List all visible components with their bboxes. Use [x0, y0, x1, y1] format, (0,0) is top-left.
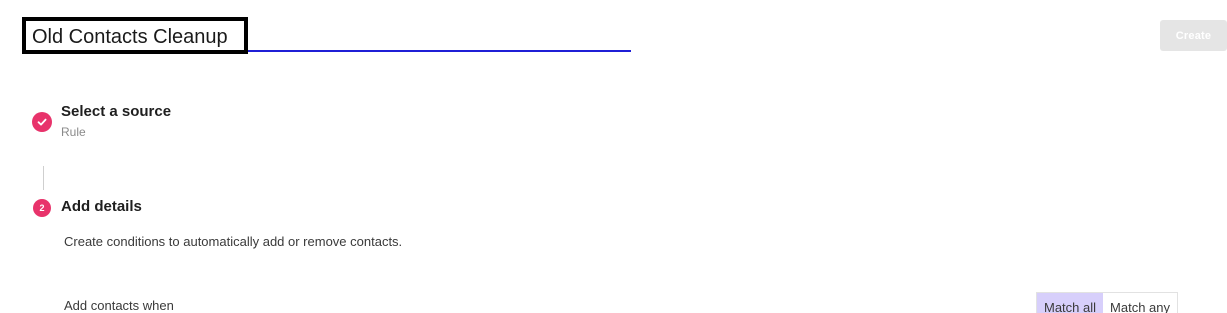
- checkmark-icon: [37, 118, 47, 126]
- create-button[interactable]: Create: [1160, 20, 1227, 51]
- create-list-page: Create Select a source Rule 2 Add detail…: [0, 0, 1227, 313]
- step-1-title: Select a source: [61, 103, 172, 120]
- step-1-subtitle: Rule: [61, 125, 86, 139]
- step-2-title: Add details: [61, 198, 142, 215]
- step-2-description: Create conditions to automatically add o…: [64, 234, 403, 249]
- add-contacts-when-label: Add contacts when: [64, 298, 174, 313]
- match-all-option[interactable]: Match all: [1037, 293, 1104, 313]
- step-connector: [43, 166, 44, 190]
- step-1-complete-badge: [32, 112, 52, 132]
- match-toggle: Match all Match any: [1036, 292, 1179, 313]
- step-2-number-badge: 2: [33, 199, 51, 217]
- match-any-option[interactable]: Match any: [1103, 293, 1178, 313]
- list-name-input[interactable]: [22, 17, 248, 54]
